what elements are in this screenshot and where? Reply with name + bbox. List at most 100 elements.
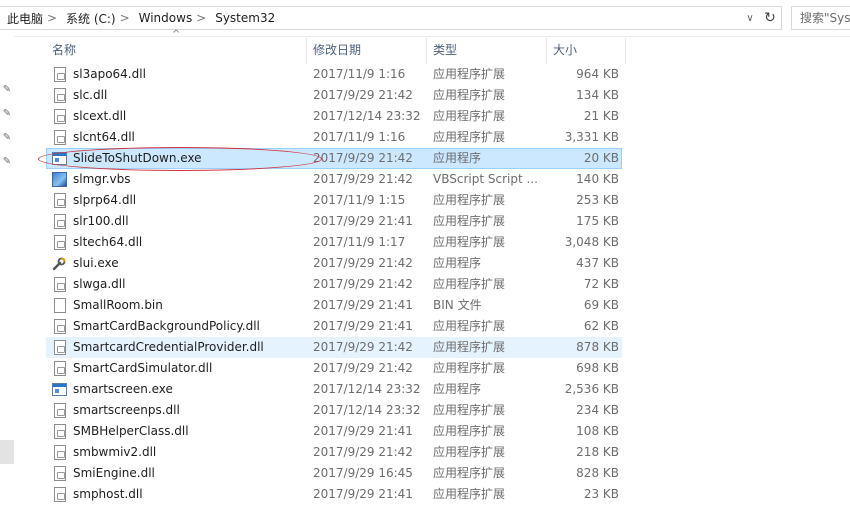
dll-icon [54, 214, 66, 229]
file-row[interactable]: SmiEngine.dll 2017/9/29 16:45 应用程序扩展 828 KB [46, 463, 622, 484]
file-row[interactable]: slmgr.vbs 2017/9/29 21:42 VBScript Script … [46, 169, 622, 190]
file-type: 应用程序扩展 [433, 319, 506, 333]
file-size: 253 KB [576, 193, 619, 207]
file-row[interactable]: sl3apo64.dll 2017/11/9 1:16 应用程序扩展 964 KB [46, 64, 622, 85]
breadcrumb-chevron-icon[interactable]: > [118, 11, 132, 25]
file-type: 应用程序 [433, 382, 482, 396]
file-row[interactable]: SmallRoom.bin 2017/9/29 21:41 BIN 文件 69 KB [46, 295, 622, 316]
file-size: 964 KB [576, 67, 619, 81]
file-row[interactable]: SmartcardCredentialProvider.dll 2017/9/29… [46, 337, 622, 358]
file-type: 应用程序扩展 [433, 340, 506, 354]
file-row[interactable]: SmartCardBackgroundPolicy.dll 2017/9/29 2… [46, 316, 622, 337]
file-type: 应用程序扩展 [433, 67, 506, 81]
file-row[interactable]: smartscreenps.dll 2017/12/14 23:32 应用程序扩展 2… [46, 400, 622, 421]
pin-icon[interactable]: ✎ [1, 156, 13, 168]
file-row[interactable]: slr100.dll 2017/9/29 21:41 应用程序扩展 175 KB [46, 211, 622, 232]
file-name: sltech64.dll [73, 235, 143, 249]
file-row[interactable]: sltech64.dll 2017/11/9 1:17 应用程序扩展 3,048 KB [46, 232, 622, 253]
file-row[interactable]: SlideToShutDown.exe 2017/9/29 21:42 应用程序 20… [46, 148, 622, 169]
column-header-name[interactable]: 名称 [46, 36, 306, 64]
file-row[interactable]: slwga.dll 2017/9/29 21:42 应用程序扩展 72 KB [46, 274, 622, 295]
column-header-size[interactable]: 大小 [547, 36, 625, 64]
file-date: 2017/11/9 1:15 [313, 193, 406, 207]
dll-icon [54, 361, 66, 376]
bin-file-icon [54, 298, 66, 313]
nav-scrollbar-thumb[interactable] [0, 440, 14, 464]
file-date: 2017/12/14 23:32 [313, 403, 421, 417]
file-size: 20 KB [583, 151, 619, 165]
dll-icon [54, 193, 66, 208]
exe-icon [52, 152, 67, 165]
file-date: 2017/9/29 21:42 [313, 172, 413, 186]
file-name: slcext.dll [73, 109, 127, 123]
file-date: 2017/9/29 21:42 [313, 361, 413, 375]
file-date: 2017/9/29 21:41 [313, 424, 413, 438]
file-row[interactable]: smbwmiv2.dll 2017/9/29 21:42 应用程序扩展 218 KB [46, 442, 622, 463]
column-header-date[interactable]: 修改日期 [307, 36, 427, 64]
file-type: 应用程序扩展 [433, 235, 506, 249]
file-row[interactable]: smphost.dll 2017/9/29 21:41 应用程序扩展 23 KB [46, 484, 622, 505]
file-name: SmiEngine.dll [73, 466, 155, 480]
file-size: 3,048 KB [564, 235, 619, 249]
dll-icon [54, 130, 66, 145]
file-row[interactable]: slcnt64.dll 2017/11/9 1:16 应用程序扩展 3,331 KB [46, 127, 622, 148]
vbs-icon [52, 172, 67, 187]
file-row[interactable]: slc.dll 2017/9/29 21:42 应用程序扩展 134 KB [46, 85, 622, 106]
pin-icon[interactable]: ✎ [1, 108, 13, 120]
file-date: 2017/9/29 21:42 [313, 256, 413, 270]
dll-icon [54, 424, 66, 439]
file-name: SmartcardCredentialProvider.dll [73, 340, 264, 354]
dll-icon [54, 340, 66, 355]
pin-icon[interactable]: ✎ [1, 84, 13, 96]
address-dropdown-icon[interactable]: ∨ [743, 10, 757, 26]
file-row[interactable]: slprp64.dll 2017/11/9 1:15 应用程序扩展 253 KB [46, 190, 622, 211]
file-name: smbwmiv2.dll [73, 445, 157, 459]
file-type: 应用程序扩展 [433, 88, 506, 102]
file-size: 175 KB [576, 214, 619, 228]
column-header-type[interactable]: 类型 [427, 36, 547, 64]
dll-icon [54, 319, 66, 334]
file-date: 2017/12/14 23:32 [313, 109, 421, 123]
file-type: 应用程序扩展 [433, 109, 506, 123]
file-type: 应用程序扩展 [433, 130, 506, 144]
file-type: 应用程序扩展 [433, 214, 506, 228]
file-row[interactable]: slui.exe 2017/9/29 21:42 应用程序 437 KB [46, 253, 622, 274]
file-name: slcnt64.dll [73, 130, 135, 144]
file-row[interactable]: SMBHelperClass.dll 2017/9/29 21:41 应用程序扩展 1… [46, 421, 622, 442]
breadcrumb-windows[interactable]: Windows [132, 7, 195, 29]
file-date: 2017/11/9 1:16 [313, 67, 406, 81]
file-name: SmallRoom.bin [73, 298, 163, 312]
file-name: slprp64.dll [73, 193, 137, 207]
column-divider[interactable] [625, 38, 626, 64]
breadcrumb-this-pc[interactable]: 此电脑 [0, 7, 45, 29]
file-name: smartscreenps.dll [73, 403, 180, 417]
refresh-icon[interactable]: ↻ [761, 9, 779, 27]
file-row[interactable]: smartscreen.exe 2017/12/14 23:32 应用程序 2,536… [46, 379, 622, 400]
file-name: slc.dll [73, 88, 108, 102]
dll-icon [54, 487, 66, 502]
file-name: slr100.dll [73, 214, 129, 228]
breadcrumb-system-c[interactable]: 系统 (C:) [59, 7, 118, 29]
dll-icon [54, 277, 66, 292]
file-name: SmartCardBackgroundPolicy.dll [73, 319, 260, 333]
file-size: 698 KB [576, 361, 619, 375]
pin-icon[interactable]: ✎ [1, 132, 13, 144]
file-date: 2017/9/29 16:45 [313, 466, 413, 480]
file-name: SMBHelperClass.dll [73, 424, 189, 438]
file-row[interactable]: SmartCardSimulator.dll 2017/9/29 21:42 应用程… [46, 358, 622, 379]
file-size: 134 KB [576, 88, 619, 102]
search-input[interactable]: 搜索"System32" [791, 6, 850, 30]
file-date: 2017/9/29 21:42 [313, 88, 413, 102]
file-size: 3,331 KB [564, 130, 619, 144]
breadcrumb-chevron-icon[interactable]: > [45, 11, 59, 25]
breadcrumb-chevron-icon[interactable]: > [194, 11, 208, 25]
breadcrumb-system32[interactable]: System32 [208, 7, 277, 29]
address-bar[interactable]: 此电脑 > 系统 (C:) > Windows > System32 ∨ ↻ [0, 6, 782, 30]
file-name: smartscreen.exe [73, 382, 173, 396]
file-date: 2017/9/29 21:42 [313, 445, 413, 459]
file-size: 21 KB [583, 109, 619, 123]
file-size: 437 KB [576, 256, 619, 270]
file-name: smphost.dll [73, 487, 143, 501]
column-headers: ^ 名称 修改日期 类型 大小 [46, 29, 626, 64]
file-row[interactable]: slcext.dll 2017/12/14 23:32 应用程序扩展 21 KB [46, 106, 622, 127]
